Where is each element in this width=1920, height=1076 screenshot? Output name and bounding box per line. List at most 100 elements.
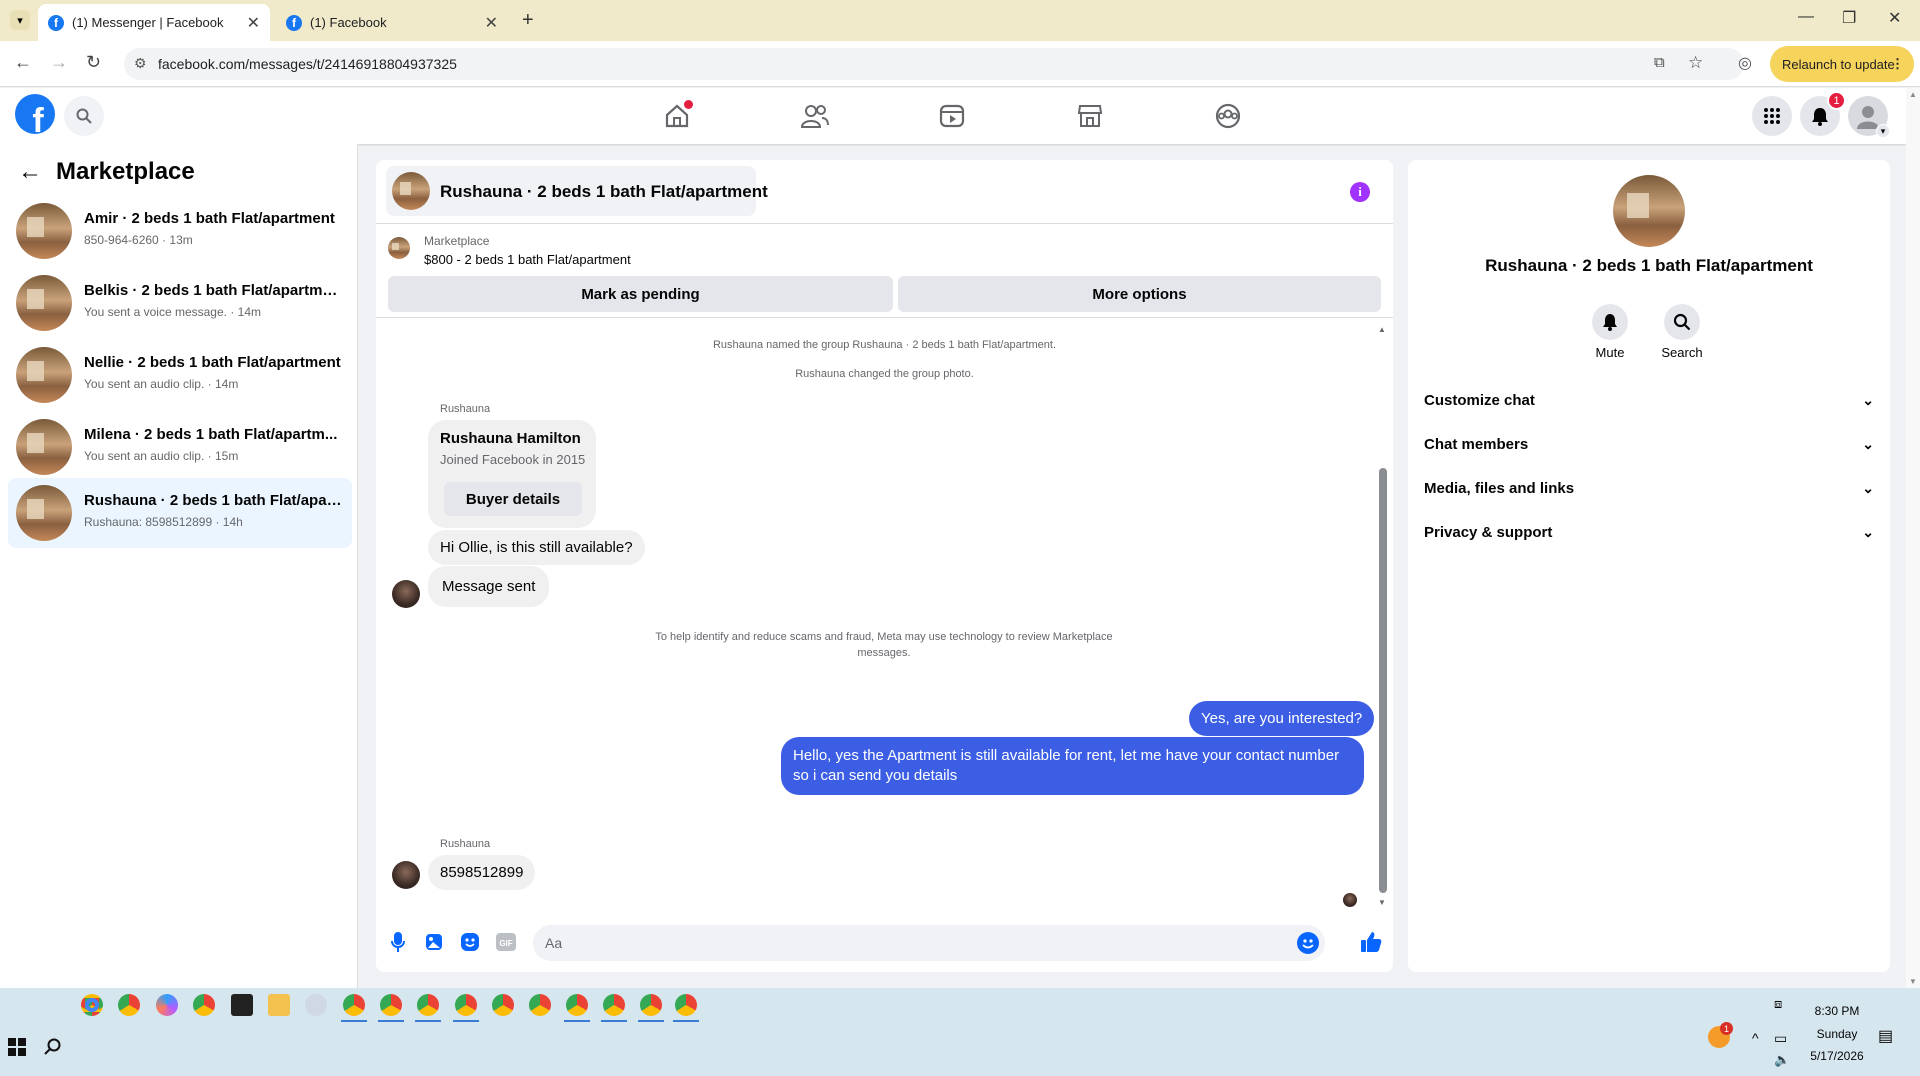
menu-grid-icon[interactable] [1752, 96, 1792, 136]
close-window-icon[interactable]: ✕ [1888, 8, 1901, 28]
microphone-icon[interactable] [388, 932, 408, 952]
account-avatar[interactable]: ▾ [1848, 96, 1890, 138]
gif-icon[interactable]: GIF [496, 932, 516, 952]
reload-icon[interactable]: ↻ [86, 52, 101, 73]
friends-icon[interactable] [801, 102, 829, 130]
chrome-app-icon[interactable] [81, 994, 103, 1016]
sent-message[interactable]: Yes, are you interested? [1189, 701, 1375, 736]
url-text[interactable]: facebook.com/messages/t/2414691880493732… [158, 56, 457, 72]
clock-time[interactable]: 8:30 PM [1808, 1004, 1866, 1018]
restore-icon[interactable]: ❐ [1842, 8, 1856, 28]
like-thumb-icon[interactable] [1359, 932, 1383, 952]
chat-header[interactable]: Rushauna · 2 beds 1 bath Flat/apartment [386, 166, 768, 216]
scroll-down-icon[interactable]: ▼ [1909, 977, 1917, 986]
chevron-down-icon[interactable]: ▾ [1876, 124, 1890, 138]
sticker-icon[interactable] [460, 932, 480, 952]
close-tab-icon[interactable]: ✕ [247, 13, 260, 33]
tab-messenger[interactable]: f (1) Messenger | Facebook ✕ [38, 4, 270, 41]
search-conversation-icon[interactable] [1664, 304, 1700, 340]
tab-facebook[interactable]: f (1) Facebook ✕ [276, 4, 508, 41]
chat-members-section[interactable]: Chat members ⌄ [1424, 436, 1874, 453]
group-photo[interactable] [1613, 175, 1685, 247]
chrome-app-icon[interactable] [455, 994, 477, 1016]
conversation-item[interactable]: Nellie · 2 beds 1 bath Flat/apartment Yo… [8, 340, 352, 410]
system-message: Rushauna changed the group photo. [795, 368, 974, 380]
media-files-links-section[interactable]: Media, files and links ⌄ [1424, 480, 1874, 497]
video-icon[interactable] [938, 102, 966, 130]
groups-icon[interactable] [1214, 102, 1242, 130]
listing-thumbnail [16, 347, 72, 403]
search-icon[interactable] [64, 96, 104, 136]
forward-icon[interactable]: → [50, 52, 68, 73]
snipping-tool-icon[interactable] [305, 994, 327, 1016]
sent-message[interactable]: Hello, yes the Apartment is still availa… [781, 737, 1364, 795]
emoji-icon[interactable] [1297, 932, 1319, 954]
back-icon[interactable]: ← [14, 52, 32, 73]
conversation-item-active[interactable]: Rushauna · 2 beds 1 bath Flat/apar... Ru… [8, 478, 352, 548]
sender-avatar[interactable] [392, 861, 420, 889]
received-message[interactable]: Hi Ollie, is this still available? [428, 530, 645, 565]
photo-icon[interactable] [424, 932, 444, 952]
chrome-app-icon[interactable] [603, 994, 625, 1016]
sender-avatar[interactable] [392, 580, 420, 608]
profile-icon[interactable]: ◎ [1738, 53, 1752, 73]
install-app-icon[interactable]: ⧉ [1654, 54, 1665, 71]
chrome-app-icon[interactable] [566, 994, 588, 1016]
chrome-app-icon[interactable] [675, 994, 697, 1016]
received-message[interactable]: Message sent [428, 566, 550, 607]
mute-bell-icon[interactable] [1592, 304, 1628, 340]
more-options-button[interactable]: More options [898, 276, 1381, 312]
back-arrow-icon[interactable]: ← [18, 158, 42, 186]
tab-search-icon[interactable]: ▾ [10, 10, 30, 30]
conversation-item[interactable]: Belkis · 2 beds 1 bath Flat/apartment Yo… [8, 268, 352, 338]
chrome-app-icon[interactable] [417, 994, 439, 1016]
notification-center-icon[interactable]: ▤ [1878, 1026, 1893, 1046]
scroll-down-icon[interactable]: ▼ [1378, 898, 1386, 907]
mark-as-pending-button[interactable]: Mark as pending [388, 276, 893, 312]
volume-icon[interactable]: 🔈 [1774, 1052, 1790, 1068]
tray-chevron-icon[interactable]: ^ [1752, 1030, 1759, 1046]
buyer-details-button[interactable]: Buyer details [444, 482, 582, 516]
tray-top-icon[interactable]: ⧈ [1774, 996, 1782, 1012]
copilot-app-icon[interactable] [156, 994, 178, 1016]
taskbar-search-icon[interactable] [44, 1038, 62, 1056]
privacy-support-section[interactable]: Privacy & support ⌄ [1424, 524, 1874, 541]
new-tab-icon[interactable]: + [522, 9, 534, 32]
clock-date[interactable]: 5/17/2026 [1800, 1049, 1874, 1063]
start-windows-icon[interactable] [8, 1038, 26, 1056]
relaunch-button[interactable]: Relaunch to update ⋮ [1770, 46, 1914, 82]
customize-chat-section[interactable]: Customize chat ⌄ [1424, 392, 1874, 409]
menu-dots-icon[interactable]: ⋮ [1891, 56, 1904, 72]
conversation-item[interactable]: Amir · 2 beds 1 bath Flat/apartment 850-… [8, 196, 352, 266]
omnibox[interactable]: ⚙ facebook.com/messages/t/24146918804937… [124, 48, 1744, 80]
chrome-app-icon[interactable] [193, 994, 215, 1016]
page-scrollbar[interactable]: ▲ ▼ [1906, 88, 1920, 988]
info-icon[interactable]: i [1350, 182, 1370, 202]
scroll-up-icon[interactable]: ▲ [1378, 325, 1386, 334]
minimize-icon[interactable]: — [1798, 8, 1814, 26]
chrome-app-icon[interactable] [380, 994, 402, 1016]
notifications-bell-icon[interactable]: 1 [1800, 91, 1846, 136]
chrome-app-icon[interactable] [118, 994, 140, 1016]
listing-title[interactable]: $800 - 2 beds 1 bath Flat/apartment [424, 252, 631, 267]
notes-app-icon[interactable] [231, 994, 253, 1016]
chat-scrollbar[interactable]: ▲ ▼ [1378, 325, 1388, 907]
bookmark-star-icon[interactable]: ☆ [1688, 53, 1703, 73]
scroll-up-icon[interactable]: ▲ [1909, 90, 1917, 99]
conversation-item[interactable]: Milena · 2 beds 1 bath Flat/apartm... Yo… [8, 412, 352, 482]
file-explorer-icon[interactable] [268, 994, 290, 1016]
facebook-logo[interactable]: f [15, 94, 55, 134]
clock-day[interactable]: Sunday [1808, 1027, 1866, 1041]
received-message[interactable]: 8598512899 [428, 855, 536, 890]
chrome-app-icon[interactable] [529, 994, 551, 1016]
chrome-app-icon[interactable] [492, 994, 514, 1016]
chrome-app-icon[interactable] [343, 994, 365, 1016]
home-icon[interactable] [663, 100, 693, 130]
close-tab-icon[interactable]: ✕ [485, 13, 498, 33]
network-icon[interactable]: ▭ [1774, 1030, 1787, 1047]
site-info-icon[interactable]: ⚙ [134, 55, 147, 72]
scrollbar-thumb[interactable] [1379, 468, 1387, 893]
marketplace-icon[interactable] [1076, 102, 1104, 130]
chrome-app-icon[interactable] [640, 994, 662, 1016]
message-input[interactable]: Aa [533, 925, 1325, 961]
